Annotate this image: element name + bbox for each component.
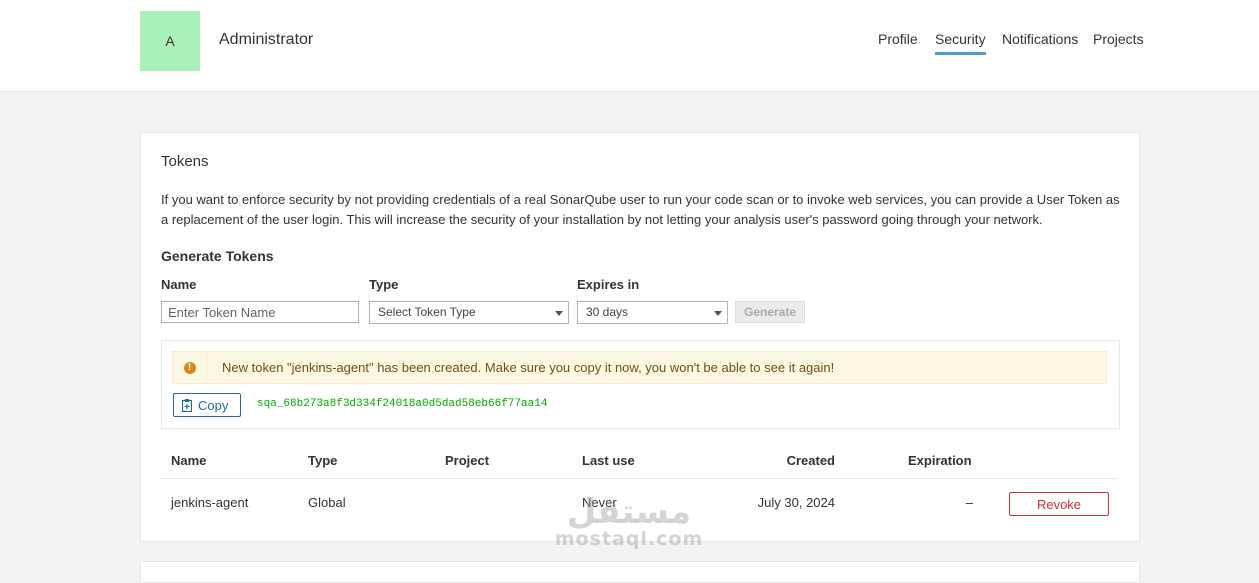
type-label: Type: [369, 277, 399, 292]
token-type-select[interactable]: Select Token Type: [369, 301, 569, 324]
alert-message: New token "jenkins-agent" has been creat…: [222, 360, 835, 375]
token-value[interactable]: sqa_68b273a8f3d334f24018a0d5dad58eb66f77…: [257, 398, 547, 410]
user-header: A Administrator Profile Security Notific…: [0, 0, 1259, 92]
nav-projects[interactable]: Projects: [1093, 31, 1144, 52]
token-name-input[interactable]: [161, 301, 359, 323]
token-created-cell: July 30, 2024: [757, 495, 835, 510]
chevron-down-icon: [714, 311, 722, 316]
token-name-cell: jenkins-agent: [171, 495, 249, 510]
new-token-panel: ! New token "jenkins-agent" has been cre…: [161, 340, 1120, 429]
col-header-type: Type: [308, 453, 338, 468]
account-nav: Profile Security Notifications Projects: [0, 31, 1259, 61]
nav-security[interactable]: Security: [935, 31, 986, 55]
name-label: Name: [161, 277, 197, 292]
expires-label: Expires in: [577, 277, 640, 292]
token-type-value: Select Token Type: [378, 305, 476, 319]
tokens-description: If you want to enforce security by not p…: [161, 192, 1120, 227]
alert-icon-box: !: [173, 352, 207, 383]
chevron-down-icon: [555, 311, 563, 316]
col-header-expiration: Expiration: [908, 453, 972, 468]
expires-select[interactable]: 30 days: [577, 301, 728, 324]
generate-tokens-title: Generate Tokens: [161, 248, 274, 264]
watermark: مستقل mostaql.com: [553, 492, 705, 550]
revoke-button[interactable]: Revoke: [1009, 492, 1109, 516]
tokens-title: Tokens: [161, 153, 209, 170]
token-type-cell: Global: [308, 495, 346, 510]
watermark-latin: mostaql.com: [554, 528, 704, 550]
watermark-arabic: مستقل: [566, 492, 692, 532]
copy-button-label: Copy: [198, 397, 229, 413]
col-header-name: Name: [171, 453, 207, 468]
generate-button[interactable]: Generate: [735, 301, 805, 323]
exclamation-circle-icon: !: [183, 361, 196, 374]
copy-button[interactable]: Copy: [173, 393, 241, 417]
token-created-alert: ! New token "jenkins-agent" has been cre…: [172, 351, 1107, 384]
col-header-created: Created: [786, 453, 835, 468]
expires-value: 30 days: [586, 305, 629, 319]
nav-profile[interactable]: Profile: [878, 31, 918, 52]
nav-notifications[interactable]: Notifications: [1002, 31, 1078, 52]
tokens-card: Tokens If you want to enforce security b…: [140, 132, 1140, 542]
next-card: [140, 561, 1140, 583]
token-expiration-cell: –: [965, 495, 973, 510]
col-header-last-use: Last use: [582, 453, 635, 468]
table-divider: [161, 478, 1118, 479]
col-header-project: Project: [445, 453, 490, 468]
clipboard-icon: [182, 398, 192, 412]
